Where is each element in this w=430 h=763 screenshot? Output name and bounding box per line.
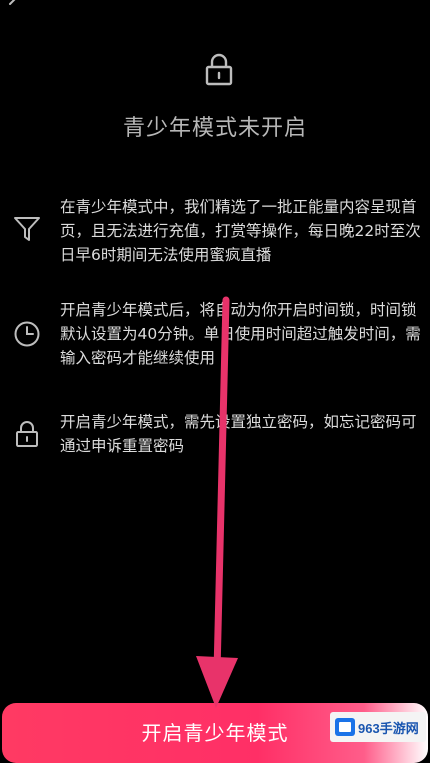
- page-title: 青少年模式未开启: [122, 116, 307, 141]
- lock-icon: [205, 53, 233, 86]
- info-item-text: 开启青少年模式，需先设置独立密码，如忘记密码可通过申诉重置密码: [60, 413, 417, 455]
- info-item-text: 在青少年模式中，我们精选了一批正能量内容呈现首页，且无法进行充值，打赏等操作，每…: [60, 198, 421, 264]
- info-item-text: 开启青少年模式后，将自动为你开启时间锁，时间锁默认设置为40分钟。单日使用时间超…: [60, 301, 421, 367]
- lock-icon: [16, 421, 38, 447]
- watermark-text: 963手游网: [358, 721, 419, 736]
- clock-icon: [14, 321, 40, 347]
- watermark-logo-icon: [335, 718, 355, 736]
- site-watermark: 963手游网: [330, 712, 426, 742]
- back-chevron-icon[interactable]: [2, 0, 26, 18]
- filter-icon: [14, 217, 40, 241]
